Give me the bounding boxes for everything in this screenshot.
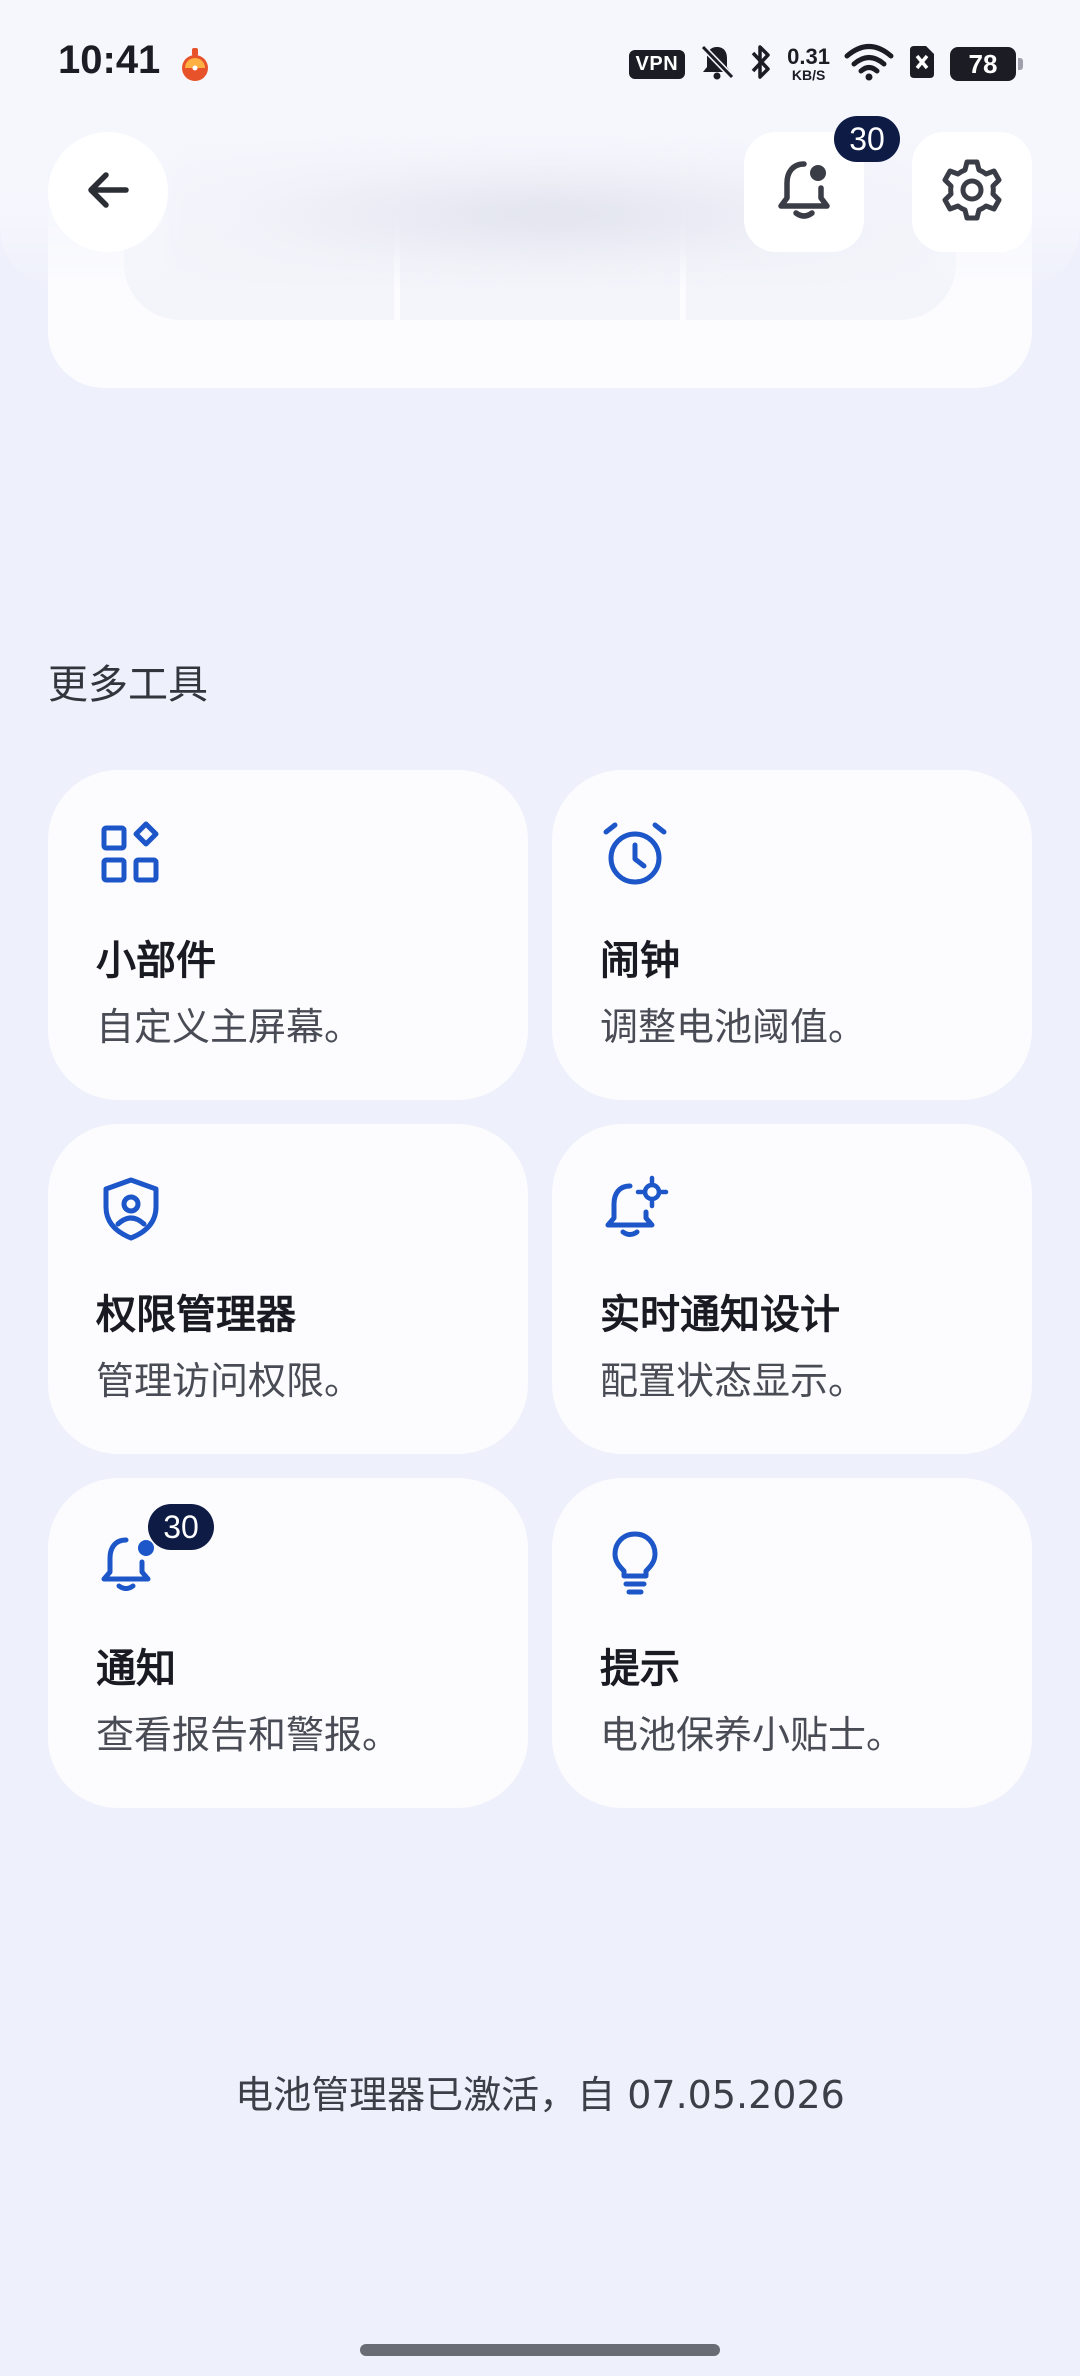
tool-card-tips[interactable]: 提示 电池保养小贴士。 [552, 1478, 1032, 1808]
settings-button[interactable] [912, 132, 1032, 252]
tool-card-description: 自定义主屏幕。 [96, 1005, 363, 1049]
alarm-clock-icon [600, 820, 670, 890]
bell-dot-icon [772, 156, 836, 228]
tool-card-title: 权限管理器 [96, 1292, 296, 1338]
network-speed-unit: KB/S [791, 67, 826, 83]
vpn-icon: VPN [628, 49, 686, 79]
shield-user-icon [96, 1174, 166, 1244]
notification-count-badge: 30 [148, 1504, 214, 1550]
tool-card-description: 查看报告和警报。 [96, 1713, 401, 1757]
sim-off-icon [908, 44, 936, 84]
tool-card-title: 小部件 [96, 938, 216, 984]
status-time: 10:41 [58, 38, 161, 82]
tool-card-description: 配置状态显示。 [600, 1359, 867, 1403]
section-title: 更多工具 [48, 662, 208, 708]
network-speed: 0.31 KB/S [787, 44, 830, 83]
tool-card-alarm[interactable]: 闹钟 调整电池阈值。 [552, 770, 1032, 1100]
tool-card-title: 闹钟 [600, 938, 680, 984]
bluetooth-icon [749, 42, 773, 86]
tool-card-description: 电池保养小贴士。 [600, 1713, 905, 1757]
tool-card-notifications[interactable]: 30 通知 查看报告和警报。 [48, 1478, 528, 1808]
tool-card-description: 管理访问权限。 [96, 1359, 363, 1403]
wifi-icon [844, 43, 894, 85]
muted-bell-icon [699, 43, 735, 85]
tool-card-description: 调整电池阈值。 [600, 1005, 867, 1049]
tool-card-title: 通知 [96, 1646, 176, 1692]
network-speed-value: 0.31 [787, 44, 830, 69]
home-indicator[interactable] [360, 2344, 720, 2356]
activation-note: 电池管理器已激活，自 07.05.2026 [235, 2073, 845, 2117]
tool-card-widgets[interactable]: 小部件 自定义主屏幕。 [48, 770, 528, 1100]
back-button[interactable] [48, 132, 168, 252]
arrow-left-icon [80, 162, 136, 222]
tool-card-permission-manager[interactable]: 权限管理器 管理访问权限。 [48, 1124, 528, 1454]
status-bar: 10:41 VPN 0.31 KB/S 78 [0, 0, 1080, 120]
notification-count-badge: 30 [834, 116, 900, 162]
tool-card-live-notification[interactable]: 实时通知设计 配置状态显示。 [552, 1124, 1032, 1454]
tool-card-title: 实时通知设计 [600, 1292, 840, 1338]
widgets-icon [96, 820, 166, 890]
status-icons: VPN 0.31 KB/S 78 [628, 40, 1023, 88]
gear-icon [939, 157, 1005, 227]
battery-indicator: 78 [950, 47, 1023, 81]
app-notification-icon [176, 44, 214, 82]
tool-card-title: 提示 [600, 1646, 680, 1692]
lightbulb-icon [600, 1528, 670, 1598]
bell-settings-icon [600, 1174, 670, 1244]
